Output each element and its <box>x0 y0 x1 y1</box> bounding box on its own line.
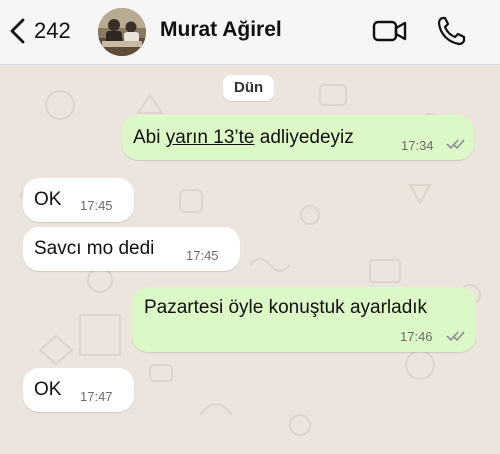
unread-count: 242 <box>34 18 71 43</box>
message-time: 17:46 <box>400 329 433 344</box>
message-bubble-outgoing[interactable]: Abi yarın 13’te adliyedeyiz 17:34 <box>122 115 474 160</box>
read-receipt-icon <box>446 139 465 150</box>
date-link[interactable]: yarın 13’te <box>166 127 255 148</box>
read-receipt-icon <box>446 331 465 342</box>
chat-area[interactable]: Dün Abi yarın 13’te adliyedeyiz 17:34 OK… <box>0 65 500 454</box>
message-time: 17:45 <box>80 198 113 213</box>
video-call-icon[interactable] <box>372 17 408 45</box>
contact-name[interactable]: Murat Ağirel <box>160 18 282 42</box>
message-text: OK <box>34 189 62 210</box>
message-time: 17:34 <box>401 138 434 153</box>
message-time: 17:47 <box>80 389 113 404</box>
back-chevron-icon <box>10 18 25 44</box>
message-text: Pazartesi öyle konuştuk ayarladık <box>144 297 428 318</box>
chat-header: 242 Murat Ağirel <box>0 0 500 65</box>
message-text: Savcı mo dedi <box>34 238 155 259</box>
message-time: 17:45 <box>186 248 219 263</box>
message-bubble-outgoing[interactable]: Pazartesi öyle konuştuk ayarladık 17:46 <box>132 287 476 352</box>
message-bubble-incoming[interactable]: Savcı mo dedi 17:45 <box>23 227 240 271</box>
phone-call-icon[interactable] <box>436 15 466 47</box>
back-button[interactable]: 242 <box>8 14 71 48</box>
avatar[interactable] <box>98 8 146 56</box>
message-bubble-incoming[interactable]: OK 17:45 <box>23 178 134 222</box>
message-bubble-incoming[interactable]: OK 17:47 <box>23 368 134 412</box>
date-divider: Dün <box>223 75 275 101</box>
message-text: Abi yarın 13’te adliyedeyiz <box>133 127 354 148</box>
message-text: OK <box>34 379 62 400</box>
